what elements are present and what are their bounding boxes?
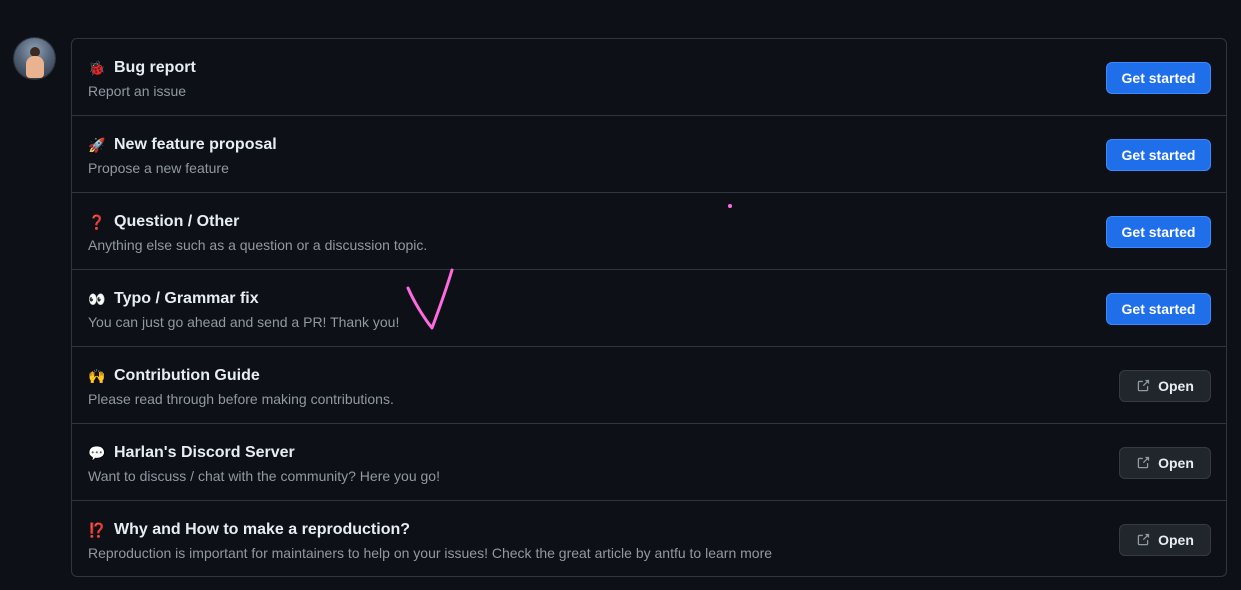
link-title-text: Contribution Guide [114, 367, 260, 384]
link-title-text: Why and How to make a reproduction? [114, 521, 411, 538]
get-started-button[interactable]: Get started [1106, 62, 1211, 94]
open-button[interactable]: Open [1119, 447, 1211, 479]
template-description: You can just go ahead and send a PR! Tha… [88, 314, 400, 330]
lady-beetle-icon: 🐞 [88, 59, 106, 76]
avatar[interactable] [14, 38, 55, 79]
template-description: Report an issue [88, 83, 187, 99]
template-description: Anything else such as a question or a di… [88, 237, 428, 253]
link-row-discord: 💬 Harlan's Discord Server Want to discus… [72, 424, 1226, 501]
template-row-bug-report: 🐞 Bug report Report an issue Get started [72, 39, 1226, 116]
eyes-icon: 👀 [88, 290, 106, 307]
template-title: 👀 Typo / Grammar fix [88, 290, 259, 308]
template-title: 🚀 New feature proposal [88, 136, 277, 154]
link-title-text: Harlan's Discord Server [114, 444, 295, 461]
open-button-label: Open [1158, 378, 1194, 394]
issue-template-chooser: 🐞 Bug report Report an issue Get started… [0, 0, 1241, 590]
template-title-text: Bug report [114, 59, 196, 76]
open-button-label: Open [1158, 532, 1194, 548]
get-started-button[interactable]: Get started [1106, 139, 1211, 171]
raising-hands-icon: 🙌 [88, 367, 106, 384]
external-link-icon [1137, 379, 1150, 392]
open-button-label: Open [1158, 455, 1194, 471]
exclamation-question-icon: ⁉️ [88, 521, 106, 538]
template-row-feature-proposal: 🚀 New feature proposal Propose a new fea… [72, 116, 1226, 193]
speech-balloon-icon: 💬 [88, 444, 106, 461]
template-title: ❓ Question / Other [88, 213, 239, 231]
open-button[interactable]: Open [1119, 370, 1211, 402]
question-mark-icon: ❓ [88, 213, 106, 230]
template-row-typo: 👀 Typo / Grammar fix You can just go ahe… [72, 270, 1226, 347]
link-title: ⁉️ Why and How to make a reproduction? [88, 521, 410, 539]
external-link-icon [1137, 533, 1150, 546]
template-title-text: Question / Other [114, 213, 240, 230]
open-button[interactable]: Open [1119, 524, 1211, 556]
template-row-question: ❓ Question / Other Anything else such as… [72, 193, 1226, 270]
link-row-contribution-guide: 🙌 Contribution Guide Please read through… [72, 347, 1226, 424]
link-description: Please read through before making contri… [88, 391, 394, 407]
get-started-button[interactable]: Get started [1106, 293, 1211, 325]
template-description: Propose a new feature [88, 160, 229, 176]
template-title: 🐞 Bug report [88, 59, 196, 77]
link-title: 🙌 Contribution Guide [88, 367, 260, 385]
link-description: Want to discuss / chat with the communit… [88, 468, 440, 484]
template-title-text: Typo / Grammar fix [114, 290, 259, 307]
get-started-button[interactable]: Get started [1106, 216, 1211, 248]
external-link-icon [1137, 456, 1150, 469]
link-description: Reproduction is important for maintainer… [88, 545, 773, 561]
rocket-icon: 🚀 [88, 136, 106, 153]
link-row-reproduction: ⁉️ Why and How to make a reproduction? R… [72, 501, 1226, 576]
template-list: 🐞 Bug report Report an issue Get started… [71, 38, 1227, 577]
avatar-figure-body [26, 56, 44, 78]
template-title-text: New feature proposal [114, 136, 277, 153]
link-title: 💬 Harlan's Discord Server [88, 444, 295, 462]
